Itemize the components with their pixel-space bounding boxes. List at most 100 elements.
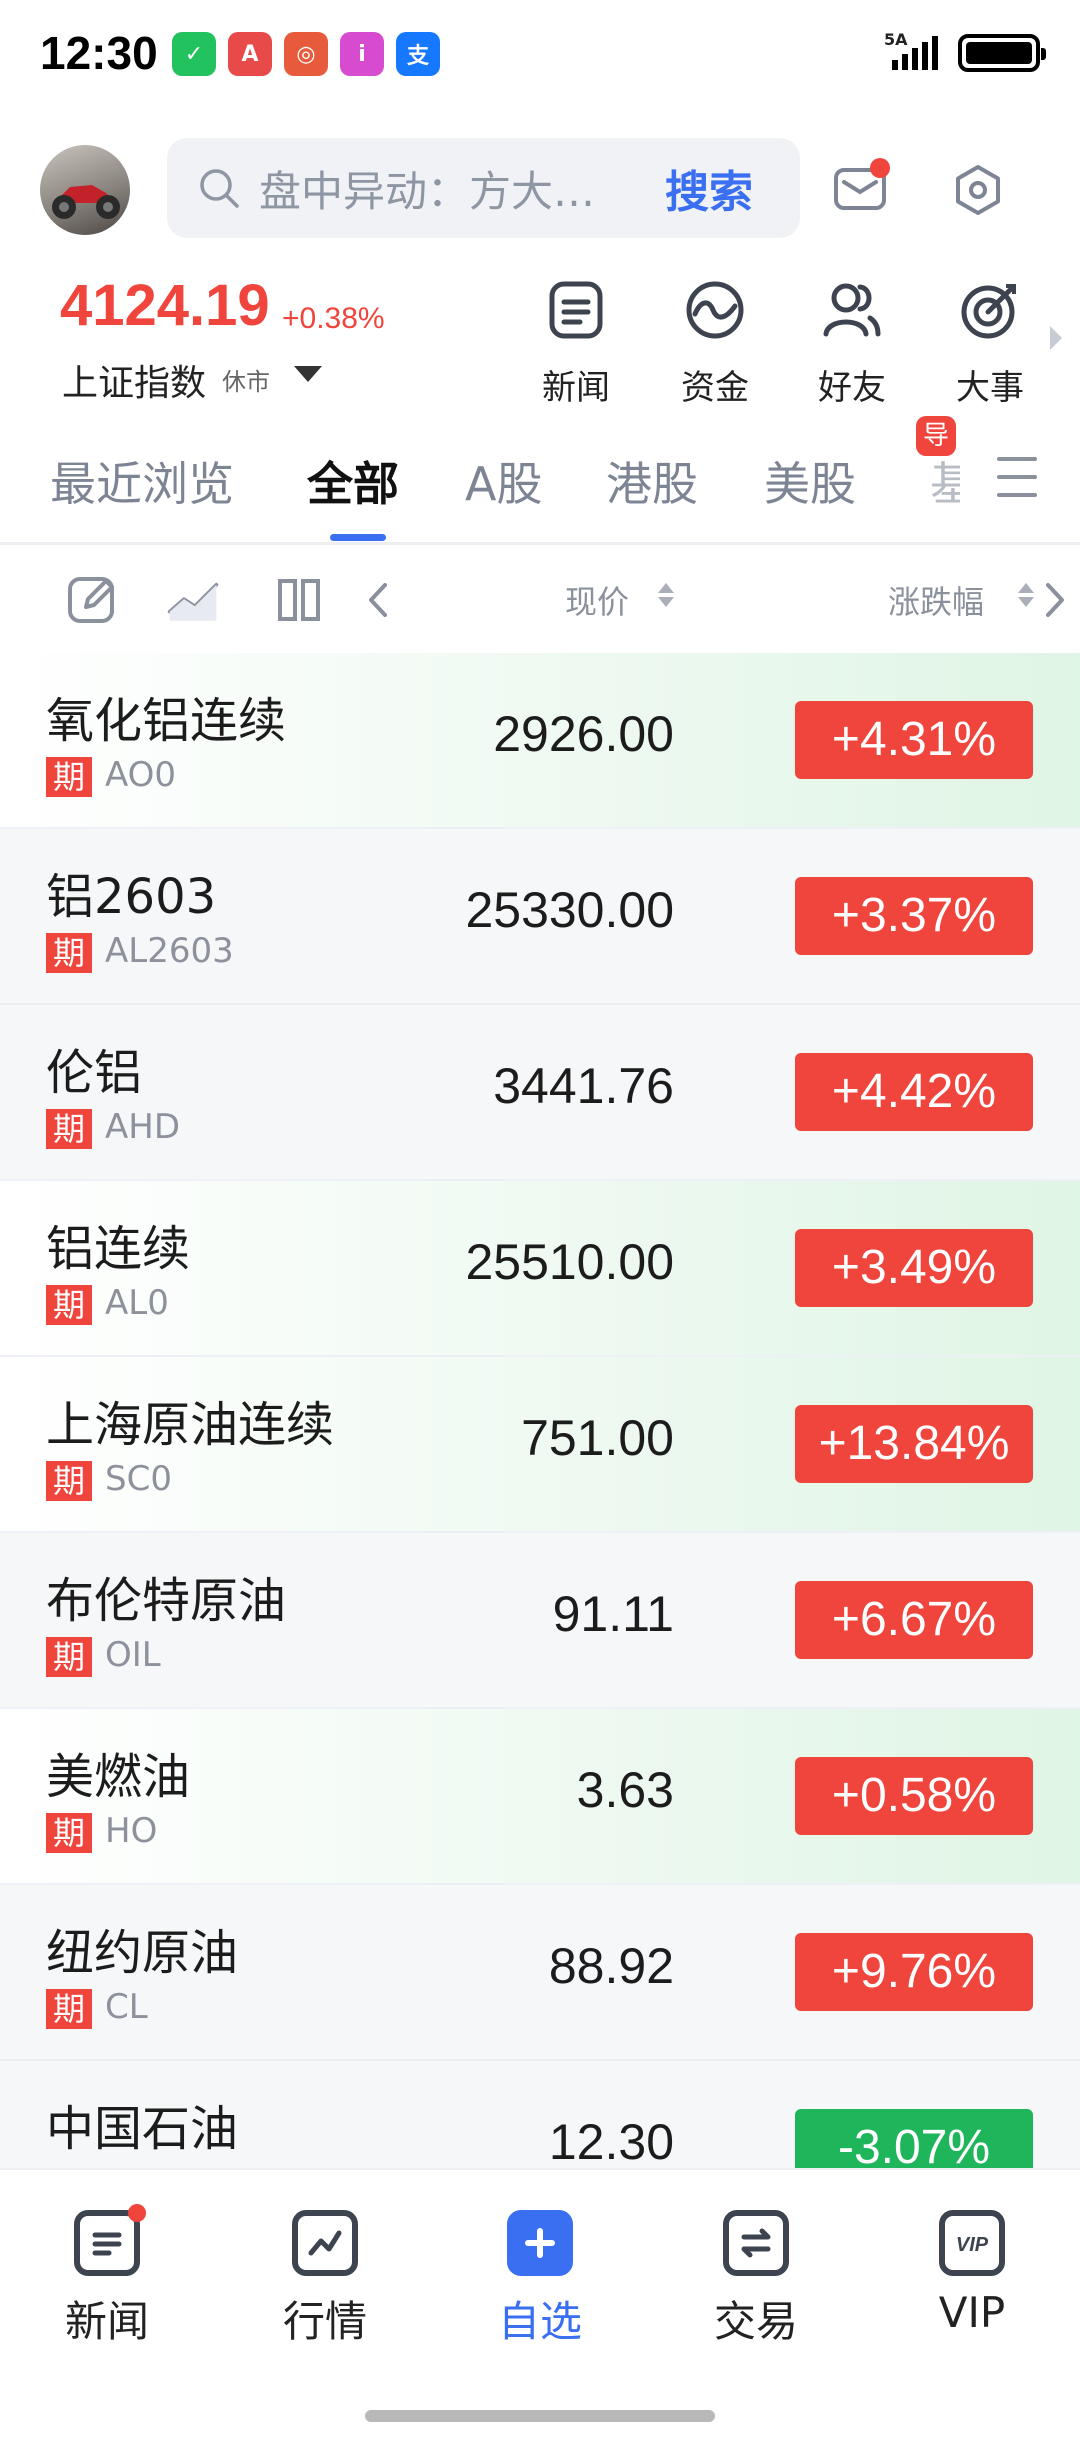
price-sort-icon[interactable] (658, 583, 674, 613)
market-trend-icon (292, 2210, 358, 2276)
watchlist-row[interactable]: 美燃油期 HO 3.63 +0.58% (0, 1709, 1080, 1885)
instrument-price: 12.30 (548, 2114, 674, 2168)
index-name[interactable]: 上证指数 (62, 354, 206, 406)
notification-app-icons: ✓ A ◎ i 支 (172, 32, 440, 76)
change-percent-badge[interactable]: +13.84% (795, 1405, 1033, 1483)
watchlist: 氧化铝连续期 AO0 2926.00 +4.31% 铝2603 期 AL2603 25330.… (0, 653, 1080, 2168)
futures-tag: 期 (46, 757, 92, 797)
instrument-price: 88.92 (548, 1938, 674, 1994)
change-percent-badge[interactable]: -3.07% (795, 2109, 1033, 2168)
nav-trade[interactable]: 交易 (686, 2210, 826, 2349)
instrument-price: 25510.00 (465, 1234, 674, 1290)
quick-events-button[interactable]: 大事 (935, 278, 1045, 409)
futures-tag: 期 (46, 1109, 92, 1149)
tab-hk-shares[interactable]: 港股 (606, 448, 698, 514)
watchlist-row[interactable]: 纽约原油期 CL 88.92 +9.76% (0, 1885, 1080, 2061)
watchlist-row[interactable]: 铝连续期 AL0 25510.00 +3.49% (0, 1181, 1080, 1357)
index-dropdown-icon[interactable] (294, 366, 322, 382)
quick-news-label: 新闻 (542, 368, 610, 408)
appgallery-app-icon: A (228, 32, 272, 76)
settings-icon[interactable] (952, 164, 1004, 216)
quick-news-button[interactable]: 新闻 (521, 278, 631, 409)
status-right: 5A (884, 30, 1046, 72)
nav-watchlist[interactable]: 自选 (470, 2210, 610, 2349)
avatar-motorcycle-image (52, 185, 120, 219)
instrument-name: 美燃油 (46, 1749, 191, 1805)
index-value[interactable]: 4124.19 (60, 272, 270, 339)
instrument-price: 751.00 (521, 1410, 674, 1466)
trend-chart-icon[interactable] (166, 573, 220, 627)
mail-unread-dot (870, 158, 890, 178)
instrument-name: 中国石油 (46, 2101, 239, 2157)
watchlist-row[interactable]: 氧化铝连续期 AO0 2926.00 +4.31% (0, 653, 1080, 829)
change-percent-badge[interactable]: +0.58% (795, 1757, 1033, 1835)
change-percent-badge[interactable]: +3.49% (795, 1229, 1033, 1307)
active-tab-indicator (330, 534, 386, 541)
plus-icon (507, 2210, 573, 2276)
edit-icon[interactable] (66, 573, 120, 627)
scroll-right-icon[interactable] (1040, 573, 1070, 627)
change-percent-badge[interactable]: +9.76% (795, 1933, 1033, 2011)
news-icon (549, 281, 603, 339)
list-toolbar: 现价 涨跌幅 (0, 545, 1080, 653)
quick-funds-label: 资金 (681, 368, 749, 408)
quick-funds-button[interactable]: 资金 (660, 278, 770, 409)
tab-a-shares[interactable]: A股 (465, 448, 542, 514)
instrument-name: 伦铝 (46, 1045, 143, 1101)
quick-friends-label: 好友 (818, 368, 886, 408)
watchlist-row[interactable]: 铝2603 期 AL2603 25330.00 +3.37% (0, 829, 1080, 1005)
columns-layout-icon[interactable] (272, 573, 326, 627)
nav-trade-label: 交易 (713, 2297, 798, 2346)
instrument-price: 3.63 (576, 1762, 674, 1818)
nav-market[interactable]: 行情 (255, 2210, 395, 2349)
tab-all[interactable]: 全部 (307, 448, 399, 514)
status-time: 12:30 (40, 27, 158, 79)
tab-recent[interactable]: 最近浏览 (50, 448, 234, 514)
svg-text:VIP: VIP (956, 2234, 989, 2256)
quick-events-label: 大事 (956, 368, 1024, 408)
search-icon (200, 169, 239, 208)
watchlist-row[interactable]: 中国石油 12.30 -3.07% (0, 2061, 1080, 2168)
change-percent-badge[interactable]: +3.37% (795, 877, 1033, 955)
futures-tag: 期 (46, 933, 92, 973)
instrument-name: 氧化铝连续 (46, 693, 287, 749)
avatar[interactable] (40, 145, 130, 235)
scroll-left-icon[interactable] (352, 573, 406, 627)
watchlist-row[interactable]: 布伦特原油期 OIL 91.11 +6.67% (0, 1533, 1080, 1709)
tab-menu-icon[interactable] (997, 457, 1037, 503)
watchlist-row[interactable]: 伦铝期 AHD 3441.76 +4.42% (0, 1005, 1080, 1181)
change-percent-badge[interactable]: +4.31% (795, 701, 1033, 779)
signal-icon: 5A (884, 30, 938, 70)
search-button[interactable]: 搜索 (665, 156, 753, 220)
home-indicator[interactable] (365, 2410, 715, 2422)
nav-vip[interactable]: VIP VIP (902, 2210, 1042, 2337)
instrument-name: 铝连续 (46, 1221, 191, 1277)
change-percent-badge[interactable]: +4.42% (795, 1053, 1033, 1131)
events-icon (961, 284, 1016, 339)
column-header-change[interactable]: 涨跌幅 (888, 577, 984, 623)
futures-tag: 期 (46, 1461, 92, 1501)
news-tab-icon (74, 2204, 146, 2276)
instrument-code: HO (105, 1811, 158, 1851)
nav-news[interactable]: 新闻 (37, 2204, 177, 2349)
column-header-price[interactable]: 现价 (565, 577, 629, 623)
tab-us-shares[interactable]: 美股 (764, 448, 856, 514)
instrument-price: 25330.00 (465, 882, 674, 938)
instrument-code: AO0 (105, 755, 177, 795)
quick-menu-more-icon[interactable] (1050, 326, 1062, 350)
search-input[interactable]: 盘中异动：方大… 搜索 (167, 138, 800, 238)
instrument-code: AL2603 (105, 931, 234, 971)
change-sort-icon[interactable] (1018, 583, 1034, 613)
futures-tag: 期 (46, 1813, 92, 1853)
instrument-name: 布伦特原油 (46, 1573, 287, 1629)
instrument-name: 上海原油连续 (46, 1397, 335, 1453)
watchlist-row[interactable]: 上海原油连续期 SC0 751.00 +13.84% (0, 1357, 1080, 1533)
quick-friends-button[interactable]: 好友 (797, 278, 907, 409)
futures-tag: 期 (46, 1285, 92, 1325)
instrument-code: AHD (105, 1107, 181, 1147)
vip-icon: VIP (939, 2210, 1005, 2276)
instrument-price: 2926.00 (493, 706, 674, 762)
nav-vip-label: VIP (938, 2288, 1006, 2337)
change-percent-badge[interactable]: +6.67% (795, 1581, 1033, 1659)
tab-funds-partial[interactable]: 基 (930, 448, 960, 514)
